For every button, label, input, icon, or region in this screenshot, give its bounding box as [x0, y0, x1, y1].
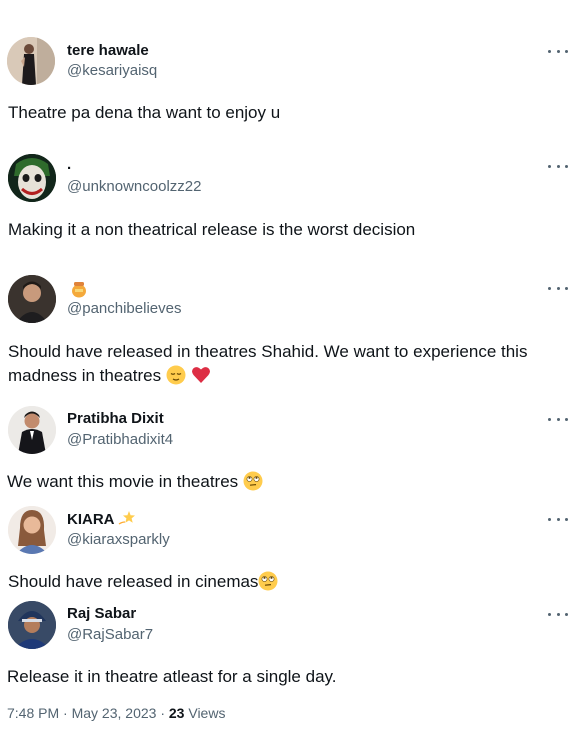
dot	[556, 49, 560, 53]
face-with-rolling-eyes-icon	[243, 471, 263, 491]
reply-text: Release it in theatre atleast for a sing…	[7, 667, 337, 686]
reply-text: Making it a non theatrical release is th…	[8, 220, 416, 239]
dot	[548, 286, 551, 290]
handle[interactable]: @unknowncoolzz22	[67, 178, 201, 195]
reply-item: @panchibelieves Should have released in …	[0, 260, 578, 400]
more-options-button[interactable]	[548, 609, 568, 619]
dizzy-star-icon	[118, 511, 136, 525]
woman-smiling-icon	[8, 506, 56, 554]
reply-text-line: Should have released in theatres Shahid.…	[8, 342, 528, 361]
dot	[565, 417, 568, 421]
man-in-suit-icon	[8, 406, 56, 454]
reply-text: Should have released in cinemas	[8, 570, 568, 594]
views-count: 23	[168, 705, 185, 721]
dot	[565, 612, 568, 616]
tweet-meta: 7:48 PM · May 23, 2023 · 23 Views	[7, 705, 225, 721]
reply-item: KIARA @kiaraxsparkly Should have release…	[0, 500, 578, 595]
more-options-button[interactable]	[548, 161, 568, 171]
handle[interactable]: @kesariyaisq	[67, 62, 157, 79]
avatar[interactable]	[8, 506, 56, 554]
reply-text: We want this movie in theatres	[7, 470, 567, 494]
more-options-button[interactable]	[548, 514, 568, 524]
meta-separator: ·	[63, 705, 68, 721]
reply-item: tere hawale @kesariyaisq Theatre pa dena…	[0, 0, 578, 140]
dot	[565, 286, 568, 290]
dot	[548, 612, 551, 616]
dot	[556, 612, 560, 616]
avatar[interactable]	[8, 406, 56, 454]
dot	[548, 49, 551, 53]
tweet-time[interactable]: 7:48 PM	[7, 705, 59, 721]
avatar[interactable]	[8, 154, 56, 202]
dot	[565, 164, 568, 168]
dot	[548, 164, 551, 168]
reply-item: Raj Sabar @RajSabar7 Release it in theat…	[0, 595, 578, 695]
more-options-button[interactable]	[548, 414, 568, 424]
reply-text-line: madness in theatres	[8, 366, 162, 385]
display-name[interactable]: KIARA	[67, 510, 136, 528]
dot	[556, 417, 560, 421]
display-name[interactable]: .	[67, 156, 71, 173]
reply-text-line: Should have released in cinemas	[8, 572, 259, 591]
dot	[548, 517, 551, 521]
reply-text: Theatre pa dena tha want to enjoy u	[8, 103, 281, 122]
joker-icon	[8, 154, 56, 202]
dot	[565, 517, 568, 521]
dot	[548, 417, 551, 421]
woman-in-black-dress-icon	[7, 37, 55, 85]
man-portrait-icon	[8, 275, 56, 323]
reply-item: Pratibha Dixit @Pratibhadixit4 We want t…	[0, 400, 578, 500]
reply-text-line: We want this movie in theatres	[7, 472, 239, 491]
avatar[interactable]	[8, 275, 56, 323]
handle[interactable]: @kiaraxsparkly	[67, 531, 170, 548]
dot	[556, 286, 560, 290]
avatar[interactable]	[7, 37, 55, 85]
avatar[interactable]	[8, 601, 56, 649]
reply-text: Should have released in theatres Shahid.…	[8, 340, 568, 388]
display-name[interactable]: Pratibha Dixit	[67, 410, 164, 427]
red-heart-icon	[191, 367, 210, 383]
dot	[565, 49, 568, 53]
handle[interactable]: @Pratibhadixit4	[67, 431, 173, 448]
handle[interactable]: @panchibelieves	[67, 300, 181, 317]
man-with-helmet-icon	[8, 601, 56, 649]
meta-separator: ·	[160, 705, 165, 721]
display-name[interactable]: Raj Sabar	[67, 605, 136, 622]
views-label: Views	[188, 705, 226, 721]
more-options-button[interactable]	[548, 283, 568, 293]
handle[interactable]: @RajSabar7	[67, 626, 153, 643]
display-name[interactable]: tere hawale	[67, 42, 149, 59]
face-with-rolling-eyes-icon	[258, 571, 278, 591]
dot	[556, 517, 560, 521]
display-name-text: KIARA	[67, 511, 114, 528]
dot	[556, 164, 560, 168]
more-options-button[interactable]	[548, 46, 568, 56]
relieved-face-icon	[166, 365, 186, 385]
reply-item: . @unknowncoolzz22 Making it a non theat…	[0, 140, 578, 260]
tweet-date[interactable]: May 23, 2023	[72, 705, 157, 721]
